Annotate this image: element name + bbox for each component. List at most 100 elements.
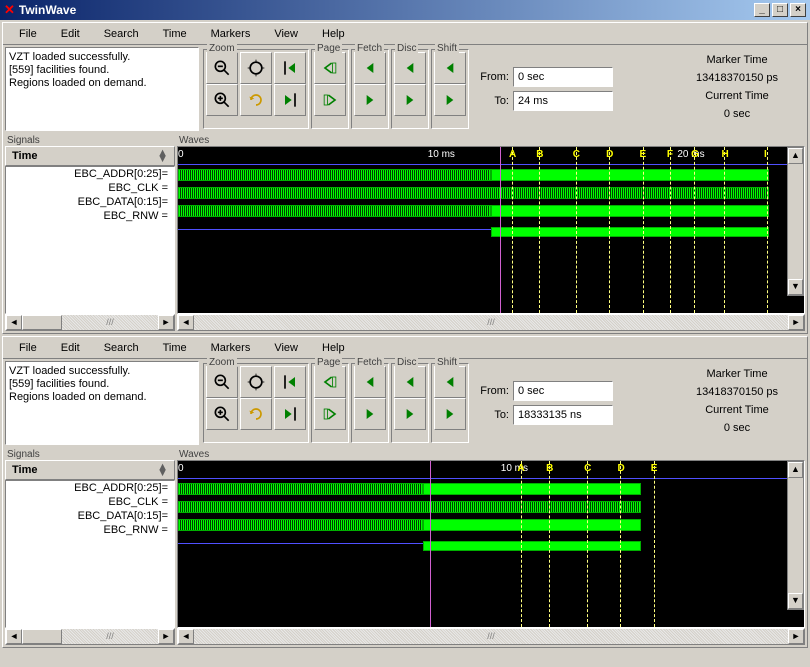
signals-hscroll[interactable]: ◄ /// ► (5, 314, 175, 331)
signal-row[interactable]: EBC_DATA[0:15]= (6, 195, 174, 209)
scroll-down-icon[interactable]: ▼ (788, 279, 803, 295)
scroll-right-icon[interactable]: ► (158, 315, 174, 330)
menu-file[interactable]: File (9, 340, 47, 356)
time-range: From: To: (471, 363, 617, 443)
close-button[interactable]: × (790, 3, 806, 17)
menu-help[interactable]: Help (312, 340, 355, 356)
fetch-left-button[interactable] (354, 52, 386, 84)
marker-time-label: Marker Time (679, 51, 795, 69)
menu-edit[interactable]: Edit (51, 340, 90, 356)
waves-hscroll[interactable]: ◄ /// ► (177, 314, 805, 331)
shift-left-button[interactable] (434, 52, 466, 84)
signal-row[interactable]: EBC_CLK = (6, 181, 174, 195)
fetch-right-button[interactable] (354, 398, 386, 430)
scroll-down-icon[interactable]: ▼ (788, 593, 803, 609)
status-line: VZT loaded successfully. (9, 365, 195, 378)
sort-icon[interactable]: ▲▼ (157, 464, 168, 476)
waves-hscroll[interactable]: ◄ /// ► (177, 628, 805, 645)
zoom-fit-button[interactable] (240, 366, 272, 398)
scroll-left-icon[interactable]: ◄ (6, 629, 22, 644)
signals-header[interactable]: Time ▲▼ (5, 146, 175, 166)
scroll-up-icon[interactable]: ▲ (788, 462, 803, 478)
from-input[interactable] (513, 67, 613, 87)
shift-left-button[interactable] (434, 366, 466, 398)
zoom-out-button[interactable] (206, 52, 238, 84)
scroll-thumb[interactable] (22, 629, 62, 644)
menubar-1: File Edit Search Time Markers View Help (3, 23, 807, 45)
to-input[interactable] (513, 91, 613, 111)
zoom-out-button[interactable] (206, 366, 238, 398)
scroll-right-icon[interactable]: ► (158, 629, 174, 644)
page-left-button[interactable] (314, 52, 346, 84)
zoom-undo-button[interactable] (240, 84, 272, 116)
signal-row[interactable]: EBC_CLK = (6, 495, 174, 509)
shift-right-button[interactable] (434, 398, 466, 430)
maximize-button[interactable]: □ (772, 3, 788, 17)
from-label: From: (475, 71, 509, 83)
scroll-left-icon[interactable]: ◄ (178, 629, 194, 644)
menu-search[interactable]: Search (94, 26, 149, 42)
signal-row[interactable]: EBC_ADDR[0:25]= (6, 481, 174, 495)
menu-time[interactable]: Time (153, 26, 197, 42)
scroll-up-icon[interactable]: ▲ (788, 148, 803, 164)
signal-row[interactable]: EBC_RNW = (6, 523, 174, 537)
waves-canvas[interactable]: ▲▼010 ms20 msABCDEFGHI (177, 146, 805, 314)
fetch-right-button[interactable] (354, 84, 386, 116)
zoom-group: Zoom (203, 363, 309, 443)
scroll-left-icon[interactable]: ◄ (6, 315, 22, 330)
waves-canvas[interactable]: ▲▼010 msABCDE (177, 460, 805, 628)
zoom-start-button[interactable] (274, 366, 306, 398)
menu-file[interactable]: File (9, 26, 47, 42)
signals-list[interactable]: EBC_ADDR[0:25]= EBC_CLK = EBC_DATA[0:15]… (5, 480, 175, 628)
signals-list[interactable]: EBC_ADDR[0:25]= EBC_CLK = EBC_DATA[0:15]… (5, 166, 175, 314)
marker-info: Marker Time 13418370150 ps Current Time … (667, 45, 807, 133)
signals-header[interactable]: Time ▲▼ (5, 460, 175, 480)
menu-view[interactable]: View (264, 340, 308, 356)
zoom-end-button[interactable] (274, 84, 306, 116)
status-line: Regions loaded on demand. (9, 391, 195, 404)
disc-right-button[interactable] (394, 84, 426, 116)
zoom-end-button[interactable] (274, 398, 306, 430)
to-input[interactable] (513, 405, 613, 425)
current-time-value: 0 sec (679, 105, 795, 123)
menu-search[interactable]: Search (94, 340, 149, 356)
fetch-left-button[interactable] (354, 366, 386, 398)
from-input[interactable] (513, 381, 613, 401)
menu-view[interactable]: View (264, 26, 308, 42)
disc-right-button[interactable] (394, 398, 426, 430)
menu-time[interactable]: Time (153, 340, 197, 356)
signal-row[interactable]: EBC_ADDR[0:25]= (6, 167, 174, 181)
status-box: VZT loaded successfully. [559] facilitie… (5, 361, 199, 445)
page-group: Page (311, 49, 349, 129)
zoom-fit-button[interactable] (240, 52, 272, 84)
page-left-button[interactable] (314, 366, 346, 398)
page-right-button[interactable] (314, 84, 346, 116)
signal-row[interactable]: EBC_DATA[0:15]= (6, 509, 174, 523)
disc-left-button[interactable] (394, 52, 426, 84)
menu-edit[interactable]: Edit (51, 26, 90, 42)
zoom-in-button[interactable] (206, 84, 238, 116)
scroll-left-icon[interactable]: ◄ (178, 315, 194, 330)
current-time-value: 0 sec (679, 419, 795, 437)
zoom-start-button[interactable] (274, 52, 306, 84)
time-column: Time (12, 464, 37, 476)
signals-hscroll[interactable]: ◄ /// ► (5, 628, 175, 645)
zoom-undo-button[interactable] (240, 398, 272, 430)
zoom-in-button[interactable] (206, 398, 238, 430)
fetch-group: Fetch (351, 363, 389, 443)
shift-right-button[interactable] (434, 84, 466, 116)
sort-icon[interactable]: ▲▼ (157, 150, 168, 162)
menu-help[interactable]: Help (312, 26, 355, 42)
status-line: [559] facilities found. (9, 64, 195, 77)
signal-row[interactable]: EBC_RNW = (6, 209, 174, 223)
scroll-right-icon[interactable]: ► (788, 315, 804, 330)
minimize-button[interactable]: _ (754, 3, 770, 17)
marker-time-value: 13418370150 ps (679, 383, 795, 401)
fetch-group: Fetch (351, 49, 389, 129)
menu-markers[interactable]: Markers (201, 340, 261, 356)
scroll-thumb[interactable] (22, 315, 62, 330)
page-right-button[interactable] (314, 398, 346, 430)
scroll-right-icon[interactable]: ► (788, 629, 804, 644)
disc-left-button[interactable] (394, 366, 426, 398)
menu-markers[interactable]: Markers (201, 26, 261, 42)
